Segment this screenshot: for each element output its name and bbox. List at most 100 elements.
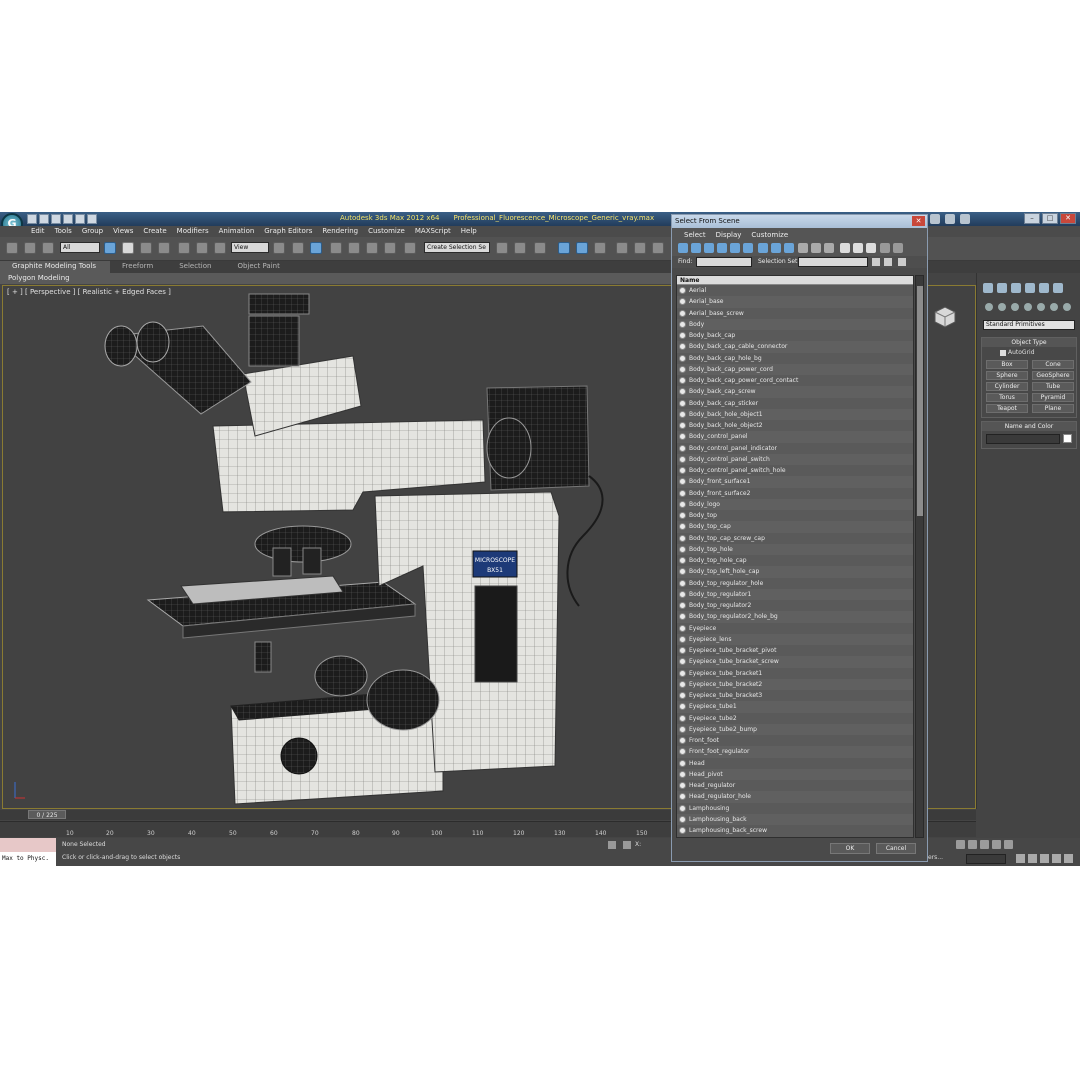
window-crossing-icon[interactable] [158,242,170,254]
list-item[interactable]: Body_back_cap_screw [677,386,913,398]
curve-editor-icon[interactable] [576,242,588,254]
pyramid-button[interactable]: Pyramid [1032,393,1074,402]
list-item[interactable]: Front_foot_regulator [677,746,913,758]
maxscript-listener-top[interactable] [0,838,56,852]
display-lights-icon[interactable] [704,243,714,253]
list-item[interactable]: Body_top_cap [677,521,913,533]
name-and-color-title[interactable]: Name and Color [982,422,1076,431]
link-icon[interactable] [6,242,18,254]
bind-space-warp-icon[interactable] [42,242,54,254]
render-setup-icon[interactable] [634,242,646,254]
layer-manager-icon[interactable] [534,242,546,254]
display-none-icon[interactable] [811,243,821,253]
select-object-icon[interactable] [104,242,116,254]
tube-button[interactable]: Tube [1032,382,1074,391]
invert-display-icon[interactable] [824,243,834,253]
keyboard-shortcut-override-icon[interactable] [310,242,322,254]
previous-frame-icon[interactable] [968,840,977,849]
name-column-header[interactable]: Name [677,276,913,285]
list-item[interactable]: Body_top_left_hole_cap [677,566,913,578]
list-item[interactable]: Body_front_surface2 [677,488,913,499]
orbit-icon[interactable] [1052,854,1061,863]
list-item[interactable]: Eyepiece_tube_bracket3 [677,690,913,701]
select-manipulate-icon[interactable] [292,242,304,254]
list-item[interactable]: Lamphousing_back [677,813,913,825]
menu-help[interactable]: Help [458,226,484,237]
hierarchy-icon[interactable] [893,243,903,253]
list-item[interactable]: Aerial [677,285,913,296]
object-color-swatch[interactable] [1063,434,1072,443]
menu-tools[interactable]: Tools [52,226,79,237]
space-warps-icon[interactable] [1050,303,1058,311]
motion-tab-icon[interactable] [1025,283,1035,293]
list-item[interactable]: Aerial_base_screw [677,308,913,319]
star-icon[interactable] [945,214,955,224]
scale-icon[interactable] [214,242,226,254]
display-bones-icon[interactable] [784,243,794,253]
remove-set-icon[interactable] [884,258,892,266]
list-item[interactable]: Body_back_hole_object2 [677,420,913,431]
zoom-all-icon[interactable] [1028,854,1037,863]
dialog-menu-display[interactable]: Display [712,228,748,241]
object-name-field[interactable] [986,434,1061,444]
list-item[interactable]: Eyepiece_tube_bracket_screw [677,656,913,668]
object-type-title[interactable]: Object Type [982,338,1076,347]
primitive-category-dropdown[interactable]: Standard Primitives [983,320,1075,330]
dialog-menu-customize[interactable]: Customize [747,228,794,241]
menu-animation[interactable]: Animation [216,226,262,237]
list-scrollbar-thumb[interactable] [917,286,923,516]
display-shapes-icon[interactable] [691,243,701,253]
lights-icon[interactable] [1011,303,1019,311]
list-item[interactable]: Eyepiece_tube_bracket1 [677,668,913,679]
geometry-icon[interactable] [985,303,993,311]
display-space-warps-icon[interactable] [743,243,753,253]
geosphere-button[interactable]: GeoSphere [1032,371,1074,380]
search-icon[interactable] [930,214,940,224]
list-item[interactable]: Body_back_cap_sticker [677,398,913,409]
menu-maxscript[interactable]: MAXScript [412,226,458,237]
edit-set-icon[interactable] [898,258,906,266]
pivot-center-icon[interactable] [273,242,285,254]
torus-button[interactable]: Torus [986,393,1028,402]
current-frame-field[interactable] [966,854,1006,864]
select-none-icon[interactable] [853,243,863,253]
list-item[interactable]: Head_regulator [677,780,913,791]
list-item[interactable]: Body_top_cap_screw_cap [677,533,913,544]
create-set-icon[interactable] [872,258,880,266]
list-item[interactable]: Lamphousing [677,803,913,814]
find-input[interactable] [696,257,752,267]
list-item[interactable]: Head [677,758,913,769]
reference-coordinate-dropdown[interactable]: View [231,242,269,253]
next-frame-icon[interactable] [992,840,1001,849]
list-item[interactable]: Body_top [677,510,913,521]
cone-button[interactable]: Cone [1032,360,1074,369]
ok-button[interactable]: OK [830,843,870,854]
list-item[interactable]: Front_foot [677,735,913,746]
selection-set-dropdown[interactable] [798,257,868,267]
display-cameras-icon[interactable] [717,243,727,253]
project-folder-icon[interactable] [87,214,97,224]
tab-graphite-modeling-tools[interactable]: Graphite Modeling Tools [0,261,111,273]
utilities-tab-icon[interactable] [1053,283,1063,293]
menu-group[interactable]: Group [79,226,110,237]
dialog-close-button[interactable]: ✕ [912,216,925,226]
list-scrollbar[interactable] [915,275,924,838]
autogrid-checkbox[interactable]: AutoGrid [982,349,1076,356]
list-item[interactable]: Body_top_hole_cap [677,555,913,566]
list-item[interactable]: Head_regulator_hole [677,791,913,803]
edit-named-selections-icon[interactable] [404,242,416,254]
list-item[interactable]: Body_top_regulator2_hole_bg [677,611,913,623]
select-all-icon[interactable] [840,243,850,253]
display-tab-icon[interactable] [1039,283,1049,293]
zoom-icon[interactable] [1016,854,1025,863]
box-button[interactable]: Box [986,360,1028,369]
menu-edit[interactable]: Edit [28,226,52,237]
list-item[interactable]: Eyepiece [677,623,913,634]
helpers-icon[interactable] [1037,303,1045,311]
open-file-icon[interactable] [39,214,49,224]
move-icon[interactable] [178,242,190,254]
go-to-start-icon[interactable] [956,840,965,849]
render-icon[interactable] [652,242,664,254]
tab-object-paint[interactable]: Object Paint [225,261,293,273]
undo-icon[interactable] [63,214,73,224]
